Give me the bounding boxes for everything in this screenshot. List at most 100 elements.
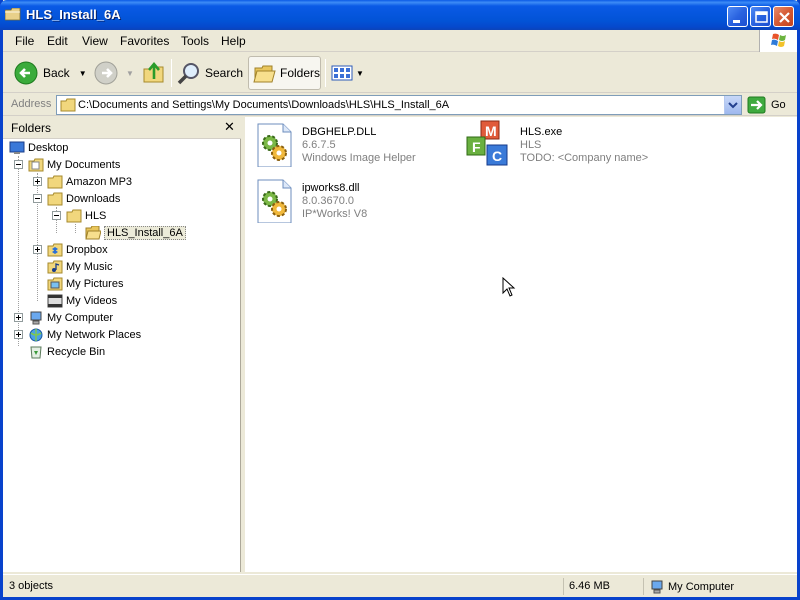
tree-item-label: My Music [66, 260, 113, 273]
close-pane-icon[interactable]: ✕ [224, 119, 235, 135]
music-folder-icon [47, 260, 63, 273]
file-name: DBGHELP.DLL [302, 126, 377, 138]
maximize-button[interactable] [750, 6, 771, 27]
tree-item-label: Dropbox [66, 243, 108, 256]
tree-item-my-network-places[interactable]: My Network Places [28, 326, 141, 343]
menu-favorites[interactable]: Favorites [120, 34, 169, 48]
mouse-cursor-icon [502, 277, 516, 297]
expand-toggle[interactable] [14, 313, 23, 322]
back-button[interactable]: Back ▼ [14, 56, 87, 90]
file-description: TODO: <Company name> [520, 152, 649, 164]
status-zone-label: My Computer [668, 581, 735, 593]
file-item-ipworks8[interactable]: ipworks8.dll 8.0.3670.0 IP*Works! V8 [245, 173, 445, 223]
forward-dropdown-icon[interactable]: ▼ [126, 69, 134, 78]
tree-item-label: Recycle Bin [47, 345, 106, 358]
file-item-dbghelp[interactable]: DBGHELP.DLL 6.6.7.5 Windows Image Helper [245, 117, 445, 167]
folder-icon [5, 8, 21, 21]
tree-item-label: Desktop [28, 141, 69, 154]
views-dropdown-icon[interactable]: ▼ [356, 69, 364, 78]
folder-icon [66, 209, 82, 222]
tree-item-amazon-mp3[interactable]: Amazon MP3 [47, 173, 132, 190]
address-bar: Address C:\Documents and Settings\My Doc… [3, 94, 797, 116]
file-list: DBGHELP.DLL 6.6.7.5 Windows Image Helper… [245, 117, 797, 572]
file-item-hls-exe[interactable]: M F C HLS.exe HLS TODO: <Company name> [463, 117, 663, 167]
explorer-window: HLS_Install_6A File Edit View Favorites … [0, 0, 800, 600]
tree-item-recycle-bin[interactable]: Recycle Bin [28, 343, 105, 360]
file-version: HLS [520, 139, 542, 151]
network-icon [29, 328, 43, 341]
search-label: Search [205, 66, 244, 80]
expand-toggle[interactable] [33, 245, 42, 254]
windows-logo [759, 30, 797, 52]
folders-pane-title: Folders [11, 121, 52, 135]
folders-button[interactable]: Folders [248, 56, 321, 90]
status-zone: My Computer [643, 578, 734, 595]
tree-item-my-videos[interactable]: My Videos [47, 292, 117, 309]
close-button[interactable] [773, 6, 794, 27]
go-button[interactable]: Go [747, 95, 793, 115]
tree-item-label: My Documents [47, 158, 121, 171]
address-dropdown-button[interactable] [724, 96, 741, 114]
menu-edit[interactable]: Edit [47, 34, 68, 48]
go-arrow-icon [747, 96, 766, 114]
menu-help[interactable]: Help [221, 34, 246, 48]
menu-file[interactable]: File [15, 34, 34, 48]
tree-item-label: My Videos [66, 294, 118, 307]
collapse-toggle[interactable] [33, 194, 42, 203]
tree-connector [37, 173, 38, 301]
tree-item-my-documents[interactable]: My Documents [28, 156, 120, 173]
tree-item-my-music[interactable]: My Music [47, 258, 112, 275]
tree-item-hls[interactable]: HLS [66, 207, 106, 224]
expand-toggle[interactable] [33, 177, 42, 186]
collapse-toggle[interactable] [52, 211, 61, 220]
status-bar: 3 objects 6.46 MB My Computer [3, 574, 797, 597]
mfc-cubes-icon: M F C [466, 120, 508, 166]
tree-item-dropbox[interactable]: Dropbox [47, 241, 108, 258]
status-size: 6.46 MB [563, 578, 610, 595]
tree-item-my-computer[interactable]: My Computer [28, 309, 113, 326]
tree-item-label: Amazon MP3 [66, 175, 133, 188]
recycle-bin-icon [30, 346, 42, 358]
pictures-folder-icon [47, 277, 63, 290]
address-path: C:\Documents and Settings\My Documents\D… [78, 99, 450, 111]
dll-gear-icon [257, 179, 292, 223]
views-icon [331, 65, 353, 81]
menu-tools[interactable]: Tools [181, 34, 209, 48]
close-icon [779, 12, 790, 23]
folders-pane: Folders ✕ Desktop My Documents Amazon MP… [3, 117, 241, 572]
title-bar[interactable]: HLS_Install_6A [0, 0, 800, 30]
views-button[interactable]: ▼ [331, 56, 364, 90]
file-version: 6.6.7.5 [302, 139, 336, 151]
dll-gear-icon [257, 123, 292, 167]
up-folder-button[interactable] [143, 56, 165, 90]
tree-item-desktop[interactable]: Desktop [9, 139, 68, 156]
search-button[interactable]: Search [177, 56, 243, 90]
tree-item-my-pictures[interactable]: My Pictures [47, 275, 123, 292]
desktop-icon [9, 141, 25, 154]
folder-icon [47, 175, 63, 188]
minimize-icon [733, 20, 740, 23]
computer-icon [30, 311, 42, 324]
file-name: HLS.exe [520, 126, 563, 138]
minimize-button[interactable] [727, 6, 748, 27]
folders-label: Folders [279, 66, 320, 80]
maximize-icon [755, 11, 768, 23]
menu-view[interactable]: View [82, 34, 108, 48]
tree-item-label: Downloads [66, 192, 121, 205]
back-dropdown-icon[interactable]: ▼ [79, 69, 87, 78]
file-name: ipworks8.dll [302, 182, 360, 194]
dropbox-folder-icon [47, 243, 63, 256]
forward-button[interactable]: ▼ [94, 56, 134, 90]
tree-item-downloads[interactable]: Downloads [47, 190, 120, 207]
tree-item-label: My Computer [47, 311, 114, 324]
file-description: Windows Image Helper [302, 152, 416, 164]
collapse-toggle[interactable] [14, 160, 23, 169]
tree-item-label: HLS [85, 209, 107, 222]
expand-toggle[interactable] [14, 330, 23, 339]
file-description: IP*Works! V8 [302, 208, 368, 220]
address-input[interactable]: C:\Documents and Settings\My Documents\D… [56, 95, 742, 115]
videos-folder-icon [47, 294, 63, 307]
tree-item-hls-install-6a[interactable]: HLS_Install_6A [85, 224, 186, 241]
toolbar-separator [325, 59, 326, 87]
menu-bar: File Edit View Favorites Tools Help [3, 30, 797, 52]
